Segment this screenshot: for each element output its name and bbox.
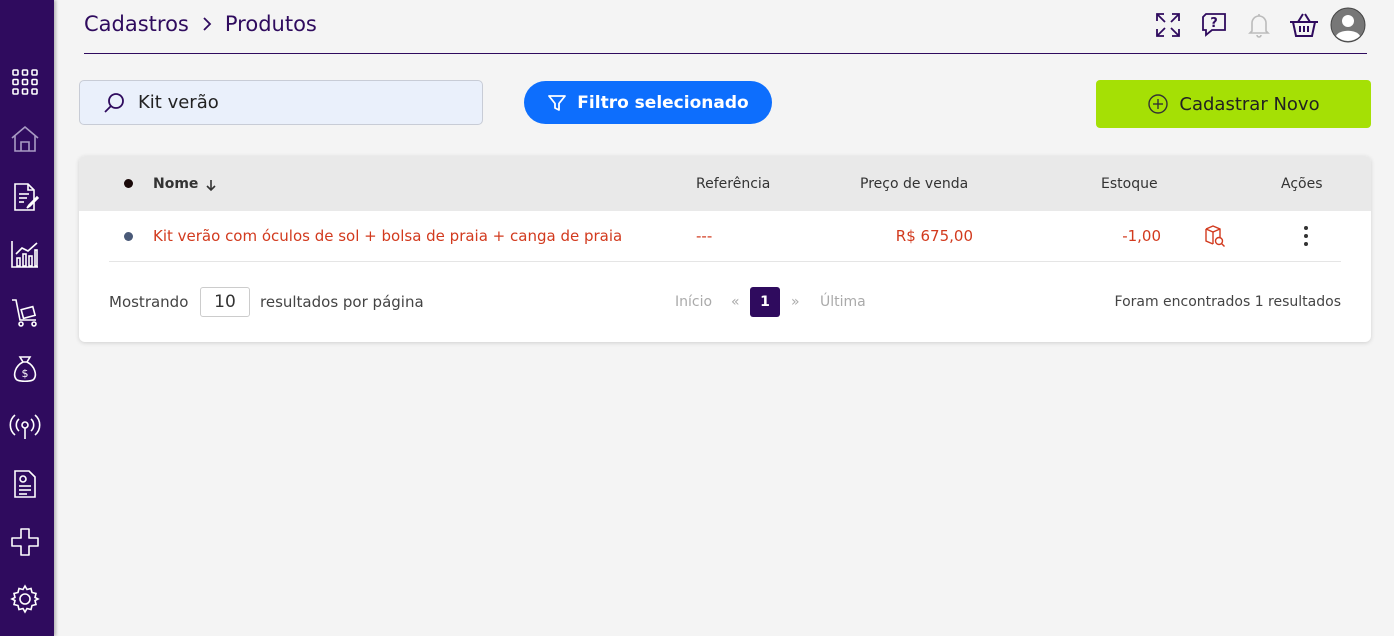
results-count: Foram encontrados 1 resultados bbox=[1114, 294, 1341, 310]
status-dot-icon bbox=[124, 231, 133, 241]
table-row[interactable]: Kit verão com óculos de sol + bolsa de p… bbox=[79, 211, 1371, 261]
breadcrumb-parent[interactable]: Cadastros bbox=[84, 12, 189, 36]
home-icon bbox=[11, 125, 39, 152]
filter-button[interactable]: Filtro selecionado bbox=[524, 81, 772, 124]
search-input[interactable] bbox=[138, 92, 468, 113]
stock-history-button[interactable] bbox=[1203, 211, 1227, 261]
search-box bbox=[79, 80, 483, 125]
header-reference: Referência bbox=[696, 175, 771, 192]
sidebar-item-integrations[interactable] bbox=[8, 525, 42, 559]
sidebar-item-settings[interactable] bbox=[8, 582, 42, 616]
arrow-down-icon bbox=[206, 179, 216, 191]
table-footer: Mostrando 10 resultados por página Iníci… bbox=[79, 286, 1371, 318]
svg-text:$: $ bbox=[22, 367, 29, 380]
sidebar-item-sales[interactable] bbox=[8, 295, 42, 329]
filter-button-label: Filtro selecionado bbox=[577, 92, 749, 113]
money-bag-icon: $ bbox=[13, 356, 37, 383]
basket-icon bbox=[1290, 13, 1318, 37]
integration-icon bbox=[11, 528, 39, 556]
svg-text:?: ? bbox=[1210, 16, 1218, 31]
help-button[interactable]: ? bbox=[1197, 8, 1231, 42]
pagination-next[interactable]: » bbox=[791, 286, 800, 318]
header-actions: Ações bbox=[1281, 175, 1323, 192]
row-price: R$ 675,00 bbox=[895, 227, 973, 245]
per-page-suffix: resultados por página bbox=[260, 293, 424, 311]
chevron-right-icon bbox=[201, 15, 213, 33]
fullscreen-button[interactable] bbox=[1151, 8, 1185, 42]
products-table-card: Nome Referência Preço de venda Estoque A… bbox=[79, 156, 1371, 342]
row-actions-menu-button[interactable] bbox=[1297, 211, 1315, 261]
add-new-button[interactable]: Cadastrar Novo bbox=[1096, 80, 1371, 128]
stock-search-icon bbox=[1205, 225, 1225, 247]
plus-circle-icon bbox=[1148, 94, 1169, 114]
row-status-dot bbox=[124, 211, 133, 261]
add-new-button-label: Cadastrar Novo bbox=[1179, 93, 1320, 115]
user-avatar-button[interactable] bbox=[1330, 7, 1366, 43]
row-reference: --- bbox=[696, 227, 713, 245]
header-name-label: Nome bbox=[153, 175, 199, 192]
report-doc-icon bbox=[14, 470, 36, 498]
sidebar: $ bbox=[0, 0, 54, 636]
notifications-button[interactable] bbox=[1242, 8, 1276, 42]
header-stock: Estoque bbox=[1101, 175, 1158, 192]
row-product-name[interactable]: Kit verão com óculos de sol + bolsa de p… bbox=[153, 211, 622, 261]
chart-icon bbox=[11, 241, 38, 268]
cart-box-icon bbox=[12, 299, 37, 327]
sidebar-item-finance[interactable]: $ bbox=[8, 352, 42, 386]
apps-grid-icon bbox=[12, 69, 38, 95]
table-header: Nome Referência Preço de venda Estoque A… bbox=[79, 156, 1371, 211]
avatar-icon bbox=[1330, 7, 1366, 43]
document-edit-icon bbox=[14, 183, 40, 211]
basket-button[interactable] bbox=[1287, 8, 1321, 42]
broadcast-icon bbox=[9, 414, 41, 439]
header-name-sort[interactable]: Nome bbox=[153, 156, 218, 211]
pagination-last[interactable]: Última bbox=[820, 286, 866, 318]
sidebar-item-fiscal[interactable] bbox=[8, 467, 42, 501]
header-status-dot bbox=[124, 156, 133, 211]
filter-icon bbox=[548, 94, 567, 111]
status-dot-icon bbox=[124, 179, 133, 188]
breadcrumb: Cadastros Produtos bbox=[84, 12, 317, 36]
expand-icon bbox=[1156, 13, 1180, 37]
sidebar-item-connectivity[interactable] bbox=[8, 410, 42, 444]
header-price: Preço de venda bbox=[860, 175, 969, 192]
row-divider bbox=[109, 261, 1341, 262]
pagination-first[interactable]: Início bbox=[675, 286, 712, 318]
sidebar-item-documents[interactable] bbox=[8, 180, 42, 214]
pagination-prev[interactable]: « bbox=[731, 286, 740, 318]
per-page-select[interactable]: 10 bbox=[200, 287, 250, 317]
sidebar-item-apps[interactable] bbox=[8, 65, 42, 99]
sidebar-item-home[interactable] bbox=[8, 122, 42, 156]
search-icon bbox=[102, 91, 126, 115]
breadcrumb-current: Produtos bbox=[224, 12, 317, 36]
header-divider bbox=[84, 53, 1367, 54]
bell-icon bbox=[1248, 14, 1270, 38]
pagination-page-1[interactable]: 1 bbox=[750, 287, 780, 317]
more-vertical-icon bbox=[1304, 226, 1308, 246]
row-stock: -1,00 bbox=[1122, 227, 1161, 245]
sidebar-item-reports[interactable] bbox=[8, 237, 42, 271]
help-chat-icon: ? bbox=[1202, 13, 1226, 37]
showing-label: Mostrando bbox=[109, 293, 189, 311]
gear-icon bbox=[10, 584, 40, 614]
